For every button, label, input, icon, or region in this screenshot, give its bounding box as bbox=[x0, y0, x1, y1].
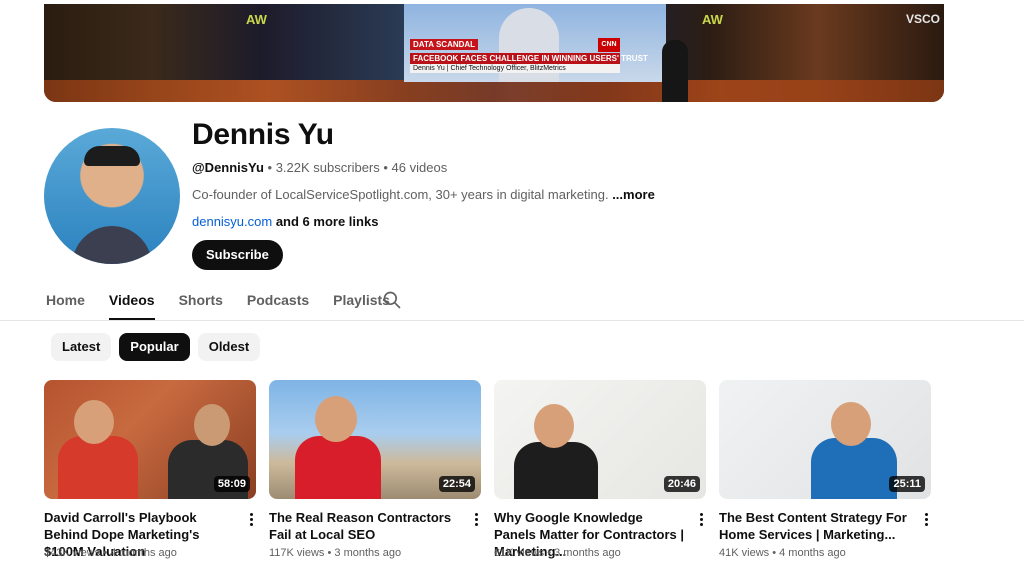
chip-latest[interactable]: Latest bbox=[51, 333, 112, 361]
channel-links: dennisyu.com and 6 more links bbox=[192, 214, 378, 229]
subscriber-count: 3.22K subscribers bbox=[275, 160, 380, 175]
tab-shorts[interactable]: Shorts bbox=[179, 282, 223, 318]
banner-stage bbox=[44, 80, 944, 102]
more-links-button[interactable]: and 6 more links bbox=[272, 214, 379, 229]
video-meta: 61K views • 3 months ago bbox=[494, 547, 621, 559]
video-duration: 58:09 bbox=[213, 476, 250, 492]
thumb-head bbox=[534, 404, 574, 448]
channel-description[interactable]: Co-founder of LocalServiceSpotlight.com,… bbox=[192, 187, 655, 202]
channel-website-link[interactable]: dennisyu.com bbox=[192, 214, 272, 229]
video-count: 46 videos bbox=[391, 160, 448, 175]
video-duration: 25:11 bbox=[889, 476, 925, 492]
channel-tabs: Home Videos Shorts Podcasts Playlists bbox=[46, 282, 414, 320]
ticker-tag: DATA SCANDAL bbox=[410, 39, 479, 50]
description-more-link[interactable]: ...more bbox=[609, 187, 655, 202]
ticker-headline: FACEBOOK FACES CHALLENGE IN WINNING USER… bbox=[410, 53, 648, 64]
tab-videos[interactable]: Videos bbox=[108, 282, 155, 320]
meta-separator: • bbox=[769, 547, 780, 559]
tab-home[interactable]: Home bbox=[46, 282, 85, 318]
thumb-person bbox=[295, 436, 381, 499]
more-options-icon[interactable] bbox=[246, 511, 256, 527]
video-age: 4 months ago bbox=[779, 547, 846, 559]
video-views: 117K views bbox=[269, 547, 325, 559]
news-ticker: DATA SCANDAL FACEBOOK FACES CHALLENGE IN… bbox=[410, 34, 648, 73]
video-card[interactable]: 58:09 David Carroll's Playbook Behind Do… bbox=[44, 380, 256, 559]
video-age: 3 months ago bbox=[334, 547, 402, 559]
chip-oldest[interactable]: Oldest bbox=[197, 333, 261, 361]
sort-chips: Latest Popular Oldest bbox=[51, 333, 261, 361]
subscribe-button[interactable]: Subscribe bbox=[192, 240, 283, 270]
event-logo-right: AW bbox=[702, 12, 723, 27]
video-duration: 22:54 bbox=[438, 476, 475, 492]
video-views: 41K views bbox=[719, 547, 770, 559]
avatar-shirt bbox=[72, 226, 152, 264]
thumb-head bbox=[194, 404, 230, 446]
video-thumbnail[interactable]: 20:46 bbox=[494, 380, 706, 499]
meta-separator: • bbox=[100, 547, 111, 559]
meta-separator: • bbox=[263, 160, 276, 175]
channel-name: Dennis Yu bbox=[192, 118, 334, 151]
event-logo: AW bbox=[246, 12, 267, 27]
more-options-icon[interactable] bbox=[921, 511, 931, 527]
stage-text: VSCO bbox=[905, 12, 940, 26]
video-card[interactable]: 20:46 Why Google Knowledge Panels Matter… bbox=[494, 380, 706, 559]
tab-podcasts[interactable]: Podcasts bbox=[247, 282, 309, 318]
avatar-hair bbox=[84, 146, 140, 166]
video-views: 61K views bbox=[494, 547, 545, 559]
more-options-icon[interactable] bbox=[696, 511, 706, 527]
video-duration: 20:46 bbox=[663, 476, 700, 492]
network-logo: CNN bbox=[598, 38, 620, 52]
thumb-person bbox=[514, 442, 598, 499]
video-age: 4 months ago bbox=[110, 547, 177, 559]
video-meta: 41K views • 4 months ago bbox=[719, 547, 846, 559]
video-card[interactable]: 22:54 The Real Reason Contractors Fail a… bbox=[269, 380, 481, 559]
video-card[interactable]: 25:11 The Best Content Strategy For Home… bbox=[719, 380, 931, 559]
channel-meta: @DennisYu • 3.22K subscribers • 46 video… bbox=[192, 160, 447, 175]
thumb-person bbox=[811, 438, 897, 499]
thumb-head bbox=[831, 402, 871, 446]
video-thumbnail[interactable]: 58:09 bbox=[44, 380, 256, 499]
video-title[interactable]: The Real Reason Contractors Fail at Loca… bbox=[269, 509, 459, 543]
thumb-person bbox=[58, 436, 138, 499]
meta-separator: • bbox=[544, 547, 555, 559]
channel-avatar[interactable] bbox=[44, 128, 180, 264]
video-thumbnail[interactable]: 25:11 bbox=[719, 380, 931, 499]
channel-handle: @DennisYu bbox=[192, 160, 264, 175]
chip-popular[interactable]: Popular bbox=[119, 333, 190, 361]
channel-banner: AW DATA SCANDAL FACEBOOK FACES CHALLENGE… bbox=[44, 4, 944, 102]
description-text: Co-founder of LocalServiceSpotlight.com,… bbox=[192, 187, 609, 202]
banner-speaker bbox=[662, 40, 688, 102]
video-views: 343K views bbox=[44, 547, 101, 559]
more-options-icon[interactable] bbox=[471, 511, 481, 527]
meta-separator: • bbox=[379, 160, 392, 175]
search-icon[interactable] bbox=[382, 290, 402, 310]
thumb-head bbox=[74, 400, 114, 444]
video-meta: 117K views • 3 months ago bbox=[269, 547, 401, 559]
video-meta: 343K views • 4 months ago bbox=[44, 547, 177, 559]
video-title[interactable]: The Best Content Strategy For Home Servi… bbox=[719, 509, 909, 543]
meta-separator: • bbox=[324, 547, 335, 559]
tabs-divider bbox=[0, 320, 1024, 321]
thumb-head bbox=[315, 396, 357, 442]
video-thumbnail[interactable]: 22:54 bbox=[269, 380, 481, 499]
ticker-subline: Dennis Yu | Chief Technology Officer, Bl… bbox=[410, 64, 620, 73]
video-age: 3 months ago bbox=[554, 547, 621, 559]
